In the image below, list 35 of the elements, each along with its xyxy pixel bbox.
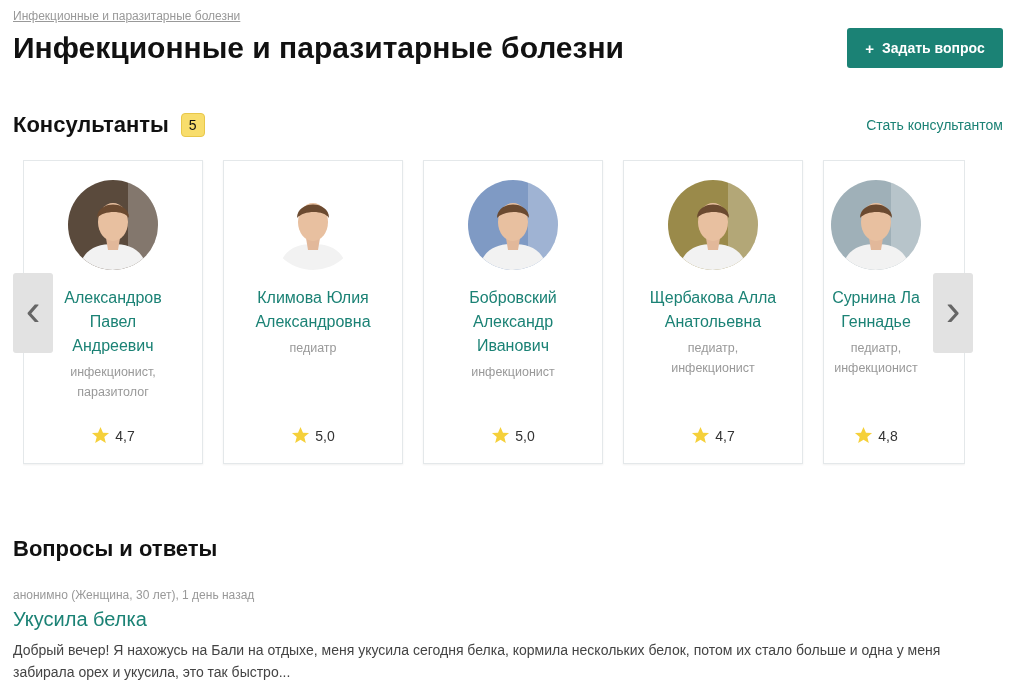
consultant-specialty: педиатр, инфекционист [834, 340, 918, 377]
breadcrumb-link[interactable]: Инфекционные и паразитарные болезни [13, 9, 241, 23]
rating-value: 4,7 [115, 427, 135, 444]
star-icon [91, 426, 111, 445]
consultant-specialty: педиатр, инфекционист [671, 340, 755, 377]
consultant-name[interactable]: Щербакова Алла Анатольевна [649, 286, 777, 334]
question-excerpt: Добрый вечер! Я нахожусь на Бали на отдыхе, меня укусила сегодня белка, кормила нескольких белок, потом их стало больше и одна у меня забирала орех и укусила, это так быстро... [13, 641, 942, 682]
rating-value: 5,0 [315, 427, 335, 444]
previous-button[interactable]: ‹ [13, 273, 53, 353]
count-badge: 5 [180, 113, 205, 137]
question-title-link[interactable]: Укусила белка [13, 608, 147, 631]
consultant-card[interactable]: Бобровский Александр Иванович инфекционист 5,0 [423, 160, 603, 464]
consultant-specialty: педиатр [289, 340, 337, 357]
question-meta: анонимно (Женщина, 30 лет), 1 день назад [13, 588, 256, 602]
star-icon [691, 426, 711, 445]
consultant-name[interactable]: Бобровский Александр Иванович [469, 286, 557, 358]
consultant-card[interactable]: Щербакова Алла Анатольевна педиатр, инфекционист 4,7 [623, 160, 803, 464]
rating-value: 4,8 [878, 427, 898, 444]
star-icon [291, 426, 311, 445]
consultant-name[interactable]: Сурнина Ла Геннадье [832, 286, 920, 334]
rating-value: 5,0 [515, 427, 535, 444]
rating-value: 4,7 [715, 427, 735, 444]
consultant-name[interactable]: Климова Юлия Александровна [255, 286, 371, 334]
section-heading: Консультанты [13, 112, 169, 138]
section-heading: Вопросы и ответы [13, 536, 219, 562]
consultant-specialty: инфекционист, паразитолог [70, 364, 156, 401]
star-icon [491, 426, 511, 445]
consultant-name[interactable]: Александров Павел Андреевич [64, 286, 162, 358]
ask-question-button[interactable]: + Задать вопрос [847, 28, 1003, 68]
page-title: Инфекционные и паразитарные болезни [13, 31, 625, 65]
become-consultant-link[interactable]: Стать консультантом [866, 117, 1003, 133]
star-icon [854, 426, 874, 445]
consultant-specialty: инфекционист [471, 364, 555, 381]
consultant-card[interactable]: Климова Юлия Александровна педиатр 5,0 [223, 160, 403, 464]
next-button[interactable]: › [933, 273, 973, 353]
